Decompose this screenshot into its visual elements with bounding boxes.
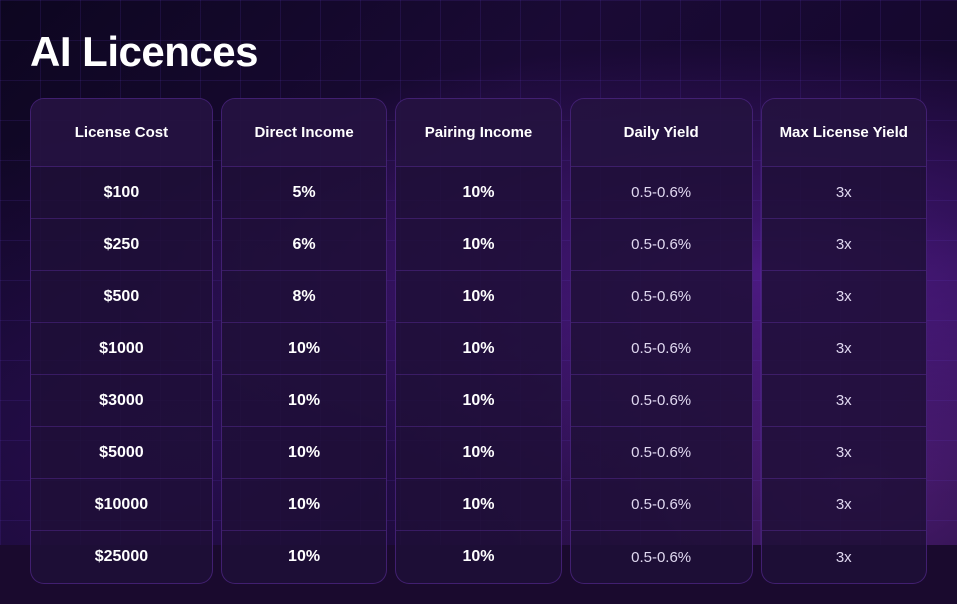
cell-direct-income-row-6: 10% [222,479,386,531]
cell-pairing-income-row-2: 10% [396,271,560,323]
cell-pairing-income-row-6: 10% [396,479,560,531]
cell-direct-income-row-0: 5% [222,167,386,219]
cell-max-license-yield-row-3: 3x [762,323,926,375]
cell-license-cost-row-7: $25000 [31,531,212,583]
cell-daily-yield-row-1: 0.5-0.6% [571,219,752,271]
cell-license-cost-row-1: $250 [31,219,212,271]
column-daily-yield: Daily Yield0.5-0.6%0.5-0.6%0.5-0.6%0.5-0… [570,98,753,584]
cell-direct-income-row-4: 10% [222,375,386,427]
cell-daily-yield-row-2: 0.5-0.6% [571,271,752,323]
cell-max-license-yield-row-7: 3x [762,531,926,583]
column-direct-income: Direct Income5%6%8%10%10%10%10%10% [221,98,387,584]
cell-max-license-yield-row-6: 3x [762,479,926,531]
cell-daily-yield-row-5: 0.5-0.6% [571,427,752,479]
header-license-cost: License Cost [31,99,212,167]
cell-max-license-yield-row-2: 3x [762,271,926,323]
cell-pairing-income-row-0: 10% [396,167,560,219]
cell-license-cost-row-3: $1000 [31,323,212,375]
cell-pairing-income-row-3: 10% [396,323,560,375]
cell-max-license-yield-row-1: 3x [762,219,926,271]
page-title: AI Licences [30,28,927,76]
column-max-license-yield: Max License Yield3x3x3x3x3x3x3x3x [761,98,927,584]
cell-daily-yield-row-0: 0.5-0.6% [571,167,752,219]
cell-direct-income-row-2: 8% [222,271,386,323]
header-direct-income: Direct Income [222,99,386,167]
cell-daily-yield-row-7: 0.5-0.6% [571,531,752,583]
cell-direct-income-row-1: 6% [222,219,386,271]
header-pairing-income: Pairing Income [396,99,560,167]
cell-max-license-yield-row-0: 3x [762,167,926,219]
cell-daily-yield-row-6: 0.5-0.6% [571,479,752,531]
cell-license-cost-row-2: $500 [31,271,212,323]
cell-pairing-income-row-4: 10% [396,375,560,427]
cell-max-license-yield-row-5: 3x [762,427,926,479]
main-container: AI Licences License Cost$100$250$500$100… [0,0,957,604]
cell-pairing-income-row-5: 10% [396,427,560,479]
cell-pairing-income-row-7: 10% [396,531,560,583]
cell-daily-yield-row-4: 0.5-0.6% [571,375,752,427]
cell-direct-income-row-3: 10% [222,323,386,375]
cell-direct-income-row-5: 10% [222,427,386,479]
cell-daily-yield-row-3: 0.5-0.6% [571,323,752,375]
cell-pairing-income-row-1: 10% [396,219,560,271]
cell-license-cost-row-4: $3000 [31,375,212,427]
column-license-cost: License Cost$100$250$500$1000$3000$5000$… [30,98,213,584]
cell-license-cost-row-0: $100 [31,167,212,219]
cell-license-cost-row-5: $5000 [31,427,212,479]
column-pairing-income: Pairing Income10%10%10%10%10%10%10%10% [395,98,561,584]
table: License Cost$100$250$500$1000$3000$5000$… [30,98,927,584]
cell-max-license-yield-row-4: 3x [762,375,926,427]
cell-direct-income-row-7: 10% [222,531,386,583]
header-daily-yield: Daily Yield [571,99,752,167]
cell-license-cost-row-6: $10000 [31,479,212,531]
header-max-license-yield: Max License Yield [762,99,926,167]
